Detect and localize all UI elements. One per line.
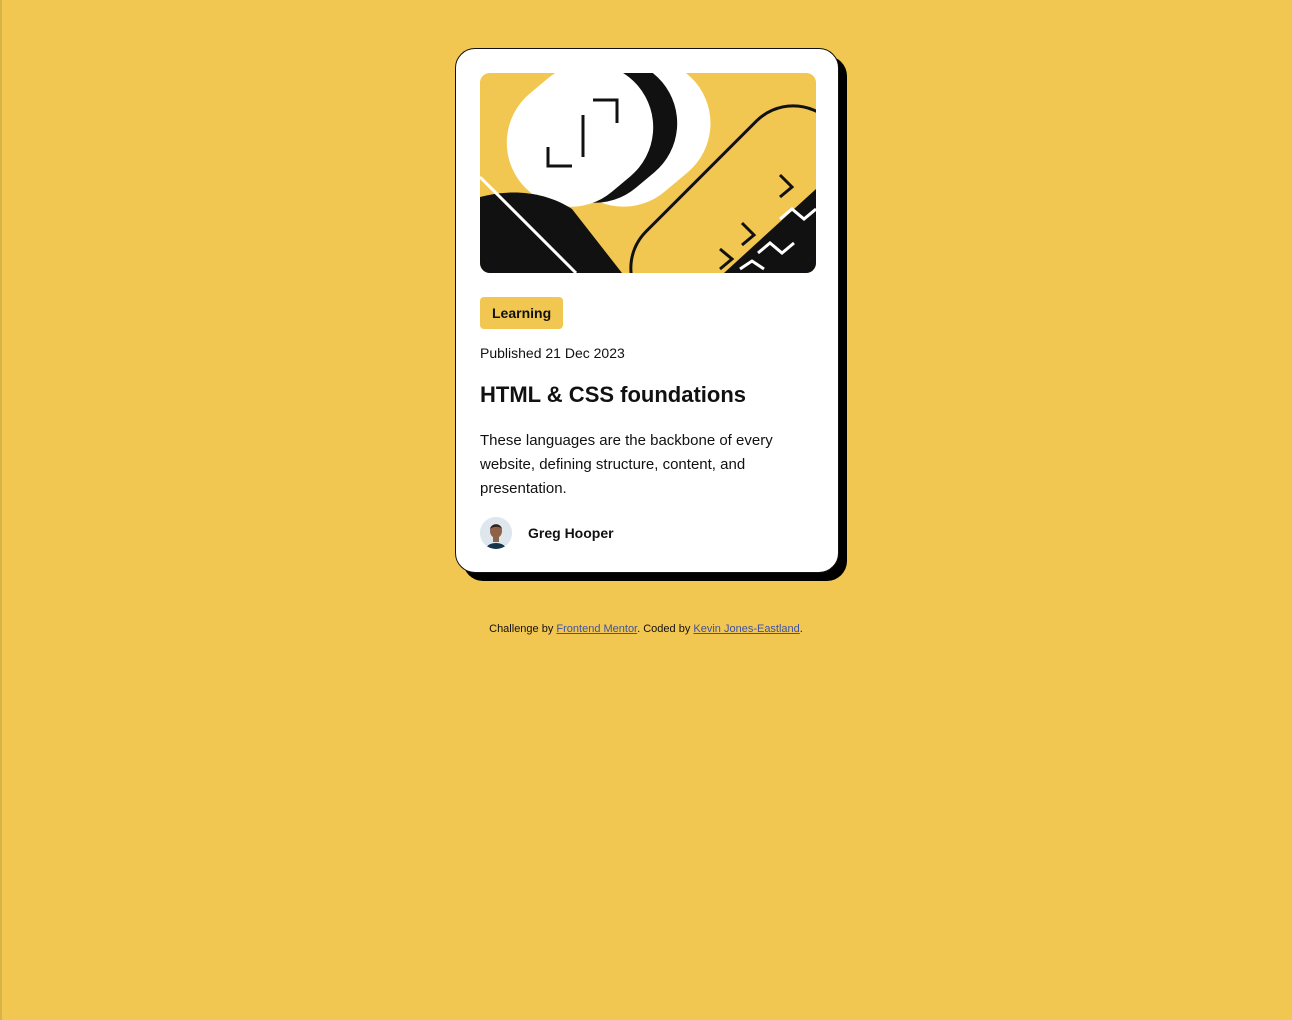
blog-preview-card: Learning Published 21 Dec 2023 HTML & CS… [455,48,839,573]
category-badge: Learning [480,297,564,329]
avatar-image [480,517,512,549]
avatar [480,517,512,549]
hero-illustration-art [480,73,816,273]
attribution: Challenge by Frontend Mentor. Coded by K… [0,622,1292,636]
author: Greg Hooper [480,517,614,549]
page-edge [0,0,2,1020]
attribution-prefix: Challenge by [489,623,557,635]
published-date: Published 21 Dec 2023 [480,345,625,361]
card-description: These languages are the backbone of ever… [480,432,773,497]
attribution-middle: . Coded by [637,623,694,635]
author-name: Greg Hooper [528,525,614,541]
hero-illustration [480,73,816,273]
card-title[interactable]: HTML & CSS foundations [480,380,746,410]
attribution-suffix: . [799,623,803,635]
coder-link[interactable]: Kevin Jones-Eastland [693,623,799,635]
frontend-mentor-link[interactable]: Frontend Mentor [556,623,637,635]
